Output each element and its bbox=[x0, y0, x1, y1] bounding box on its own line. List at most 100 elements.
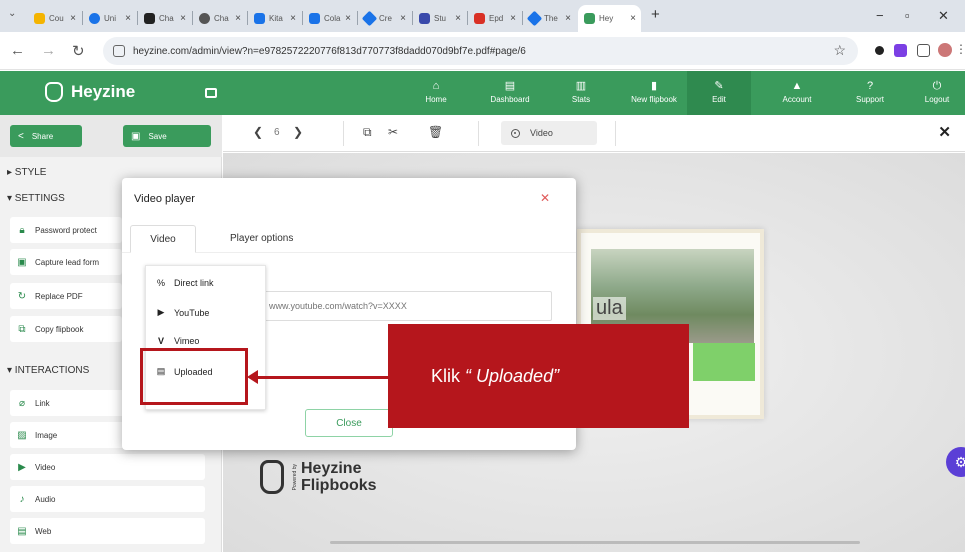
sidebar-item-label: Password protect bbox=[35, 225, 97, 235]
dropdown-item-vimeo[interactable]: V Vimeo bbox=[156, 336, 199, 346]
sidebar-item-password-protect[interactable]: 🔒︎ Password protect bbox=[10, 217, 122, 243]
sidebar-item-replace-pdf[interactable]: ↻ Replace PDF bbox=[10, 283, 122, 309]
close-button[interactable]: Close bbox=[305, 409, 393, 437]
browser-tab[interactable]: Epd × bbox=[468, 5, 521, 32]
browser-tab-active[interactable]: Hey × bbox=[578, 5, 641, 32]
link-icon: % bbox=[156, 278, 165, 288]
browser-tab[interactable]: The × bbox=[523, 5, 576, 32]
video-tool-pill[interactable]: Video bbox=[501, 121, 597, 145]
sidebar-toggle-icon[interactable] bbox=[205, 88, 217, 98]
delete-icon[interactable]: 🗑︎ bbox=[428, 125, 443, 139]
browser-tab[interactable]: Cha × bbox=[138, 5, 191, 32]
tab-close-icon[interactable]: × bbox=[510, 13, 516, 24]
browser-menu-icon[interactable]: ⋮ bbox=[955, 42, 965, 56]
page-number[interactable]: 6 bbox=[274, 127, 280, 138]
prev-page-icon[interactable]: ❮ bbox=[253, 125, 263, 139]
save-button[interactable]: ▣ Save bbox=[123, 125, 211, 147]
share-label: Share bbox=[31, 131, 54, 141]
tab-close-icon[interactable]: × bbox=[70, 13, 76, 24]
sidebar-item-video[interactable]: ▶ Video bbox=[10, 454, 205, 480]
dropdown-item-youtube[interactable]: ▶ YouTube bbox=[156, 307, 210, 318]
tab-player-options[interactable]: Player options bbox=[230, 233, 293, 244]
browser-tab[interactable]: Cola × bbox=[303, 5, 356, 32]
nav-edit[interactable]: ✎ Edit bbox=[687, 71, 751, 115]
tab-close-icon[interactable]: × bbox=[235, 13, 241, 24]
nav-new-flipbook[interactable]: ▮ New flipbook bbox=[622, 79, 686, 104]
share-button[interactable]: < Share bbox=[10, 125, 82, 147]
home-icon: ⌂ bbox=[432, 80, 440, 92]
tab-video[interactable]: Video bbox=[130, 225, 196, 253]
logo-line-2: Flipbooks bbox=[301, 477, 377, 494]
duplicate-icon[interactable]: ⧉ bbox=[363, 125, 372, 140]
tab-close-icon[interactable]: × bbox=[345, 13, 351, 24]
browser-tab[interactable]: Cre × bbox=[358, 5, 411, 32]
horizontal-scrollbar[interactable] bbox=[330, 541, 860, 544]
nav-support[interactable]: ? Support bbox=[838, 79, 902, 104]
extension-icon[interactable] bbox=[894, 44, 907, 57]
tab-close-icon[interactable]: × bbox=[630, 13, 636, 24]
tab-favicon-icon bbox=[144, 13, 155, 24]
heyzine-mark-icon bbox=[260, 460, 284, 494]
link-icon: ⌀ bbox=[18, 397, 26, 409]
browser-tab[interactable]: Cou × bbox=[28, 5, 81, 32]
nav-home[interactable]: ⌂ Home bbox=[404, 79, 468, 104]
sidebar-item-copy-flipbook[interactable]: ⧉ Copy flipbook bbox=[10, 316, 122, 342]
extension-icon[interactable] bbox=[875, 46, 884, 55]
extensions-puzzle-icon[interactable] bbox=[917, 44, 930, 57]
new-flipbook-icon: ▮ bbox=[650, 80, 658, 92]
tab-close-icon[interactable]: × bbox=[565, 13, 571, 24]
toolbar-divider bbox=[343, 121, 344, 146]
tab-favicon-icon bbox=[34, 13, 45, 24]
next-page-icon[interactable]: ❯ bbox=[293, 125, 303, 139]
tab-close-icon[interactable]: × bbox=[290, 13, 296, 24]
callout-text: “ Uploaded” bbox=[465, 365, 560, 386]
site-info-icon[interactable] bbox=[113, 45, 125, 57]
dialog-close-icon[interactable]: ✕ bbox=[540, 191, 550, 205]
nav-logout[interactable]: ⏻ Logout bbox=[905, 79, 965, 104]
nav-account[interactable]: ▲ Account bbox=[765, 79, 829, 104]
minimize-icon[interactable]: − bbox=[876, 8, 884, 23]
tab-close-icon[interactable]: × bbox=[455, 13, 461, 24]
tab-close-icon[interactable]: × bbox=[400, 13, 406, 24]
cut-icon[interactable]: ✂ bbox=[388, 125, 398, 139]
browser-tab[interactable]: Stu × bbox=[413, 5, 466, 32]
profile-avatar-icon[interactable] bbox=[938, 43, 952, 57]
reload-icon[interactable]: ↻ bbox=[72, 42, 85, 60]
maximize-icon[interactable]: ▫ bbox=[905, 8, 910, 23]
tab-close-icon[interactable]: × bbox=[125, 13, 131, 24]
style-section-header[interactable]: ▸ STYLE bbox=[7, 167, 46, 178]
dropdown-item-direct-link[interactable]: % Direct link bbox=[156, 278, 214, 288]
address-bar[interactable]: heyzine.com/admin/view?n=e9782572220776f… bbox=[103, 37, 858, 65]
tab-label: Cou bbox=[49, 14, 64, 23]
browser-tab[interactable]: Kita × bbox=[248, 5, 301, 32]
browser-tab[interactable]: Cha × bbox=[193, 5, 246, 32]
tab-favicon-icon bbox=[361, 10, 378, 27]
page-green-block bbox=[693, 343, 755, 381]
settings-section-header[interactable]: ▾ SETTINGS bbox=[7, 193, 65, 204]
tab-label: Hey bbox=[599, 14, 614, 23]
heyzine-flipbooks-logo: Powered by Heyzine Flipbooks bbox=[260, 460, 383, 494]
browser-tab[interactable]: Uni × bbox=[83, 5, 136, 32]
tab-favicon-icon bbox=[526, 10, 543, 27]
new-tab-icon[interactable]: + bbox=[651, 6, 660, 23]
window-close-icon[interactable]: ✕ bbox=[938, 8, 949, 24]
sidebar-item-audio[interactable]: ♪ Audio bbox=[10, 486, 205, 512]
tab-favicon-icon bbox=[254, 13, 265, 24]
heyzine-logo[interactable]: Heyzine bbox=[45, 82, 135, 102]
video-url-input[interactable] bbox=[262, 291, 552, 321]
forward-icon[interactable]: → bbox=[41, 42, 56, 59]
copy-icon: ⧉ bbox=[18, 323, 26, 335]
sidebar-item-web[interactable]: ▤ Web bbox=[10, 518, 205, 544]
tab-label: The bbox=[544, 14, 558, 23]
refresh-icon: ↻ bbox=[17, 290, 27, 302]
back-icon[interactable]: ← bbox=[10, 42, 25, 59]
tab-close-icon[interactable]: × bbox=[180, 13, 186, 24]
brand-name: Heyzine bbox=[71, 82, 136, 101]
tab-search-icon[interactable]: ⌄ bbox=[8, 8, 16, 19]
nav-stats[interactable]: ▥ Stats bbox=[549, 79, 613, 104]
bookmark-star-icon[interactable]: ☆ bbox=[833, 42, 846, 59]
interactions-section-header[interactable]: ▾ INTERACTIONS bbox=[7, 365, 89, 376]
close-editor-icon[interactable]: ✕ bbox=[938, 123, 951, 141]
nav-dashboard[interactable]: ▤ Dashboard bbox=[478, 79, 542, 104]
sidebar-item-capture-lead-form[interactable]: ▣ Capture lead form bbox=[10, 249, 122, 275]
